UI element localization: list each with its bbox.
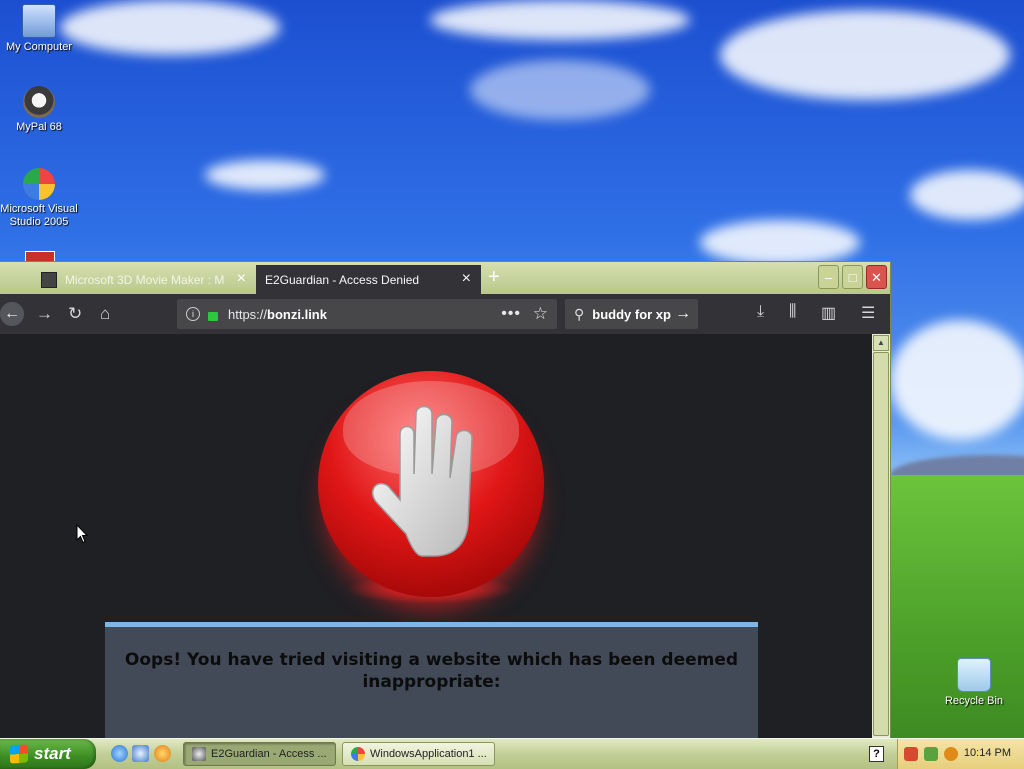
back-icon[interactable]: ← [0,302,24,326]
lock-icon [208,311,218,321]
search-tray-icon[interactable] [944,747,958,761]
home-icon[interactable]: ⌂ [100,304,110,324]
download-icon[interactable]: ⤓ [757,303,764,321]
taskbar-button-windowsapplication[interactable]: WindowsApplication1 ... [342,742,495,766]
browser-window: Microsoft 3D Movie Maker : Microsoft × E… [0,262,890,738]
close-window-button[interactable]: ✕ [866,265,887,289]
block-message: Oops! You have tried visiting a website … [124,650,739,692]
desktop-icon-label: MyPal 68 [16,121,62,133]
menu-icon[interactable]: ☰ [861,303,875,323]
tab-e2guardian[interactable]: E2Guardian - Access Denied × [256,265,481,294]
tab-3d-movie-maker[interactable]: Microsoft 3D Movie Maker : Microsoft × [32,265,256,294]
desktop-icon-recycle-bin[interactable]: Recycle Bin [934,658,1014,708]
desktop-icon-label: My Computer [5,41,73,53]
minimize-button[interactable]: – [818,265,839,289]
raccoon-icon [192,747,206,761]
computer-icon [22,4,56,38]
taskbar: start E2Guardian - Access ... WindowsApp… [0,738,1024,769]
scroll-thumb[interactable] [873,352,889,736]
desktop-icon-label: Recycle Bin [944,695,1004,707]
page-content: Oops! You have tried visiting a website … [0,334,872,738]
visual-studio-icon [23,168,55,200]
navigation-toolbar: ← → ↻ ⌂ i https://bonzi.link ••• ☆ ⚲ bud… [0,294,890,334]
help-icon[interactable]: ? [869,746,884,762]
hand-icon [371,405,473,557]
reload-icon[interactable]: ↻ [68,304,82,324]
close-tab-icon[interactable]: × [237,271,246,287]
desktop-icon-label: Microsoft Visual Studio 2005 [0,203,78,228]
desktop-icon-visual-studio[interactable]: Microsoft Visual Studio 2005 [0,168,79,229]
tab-label: E2Guardian - Access Denied [265,272,420,287]
info-icon[interactable]: i [186,307,200,321]
windows-logo-icon [10,744,28,764]
bookmark-star-icon[interactable]: ☆ [533,304,548,324]
search-field[interactable]: ⚲ buddy for xp → [565,299,698,329]
show-desktop-icon[interactable] [132,745,149,762]
search-icon: ⚲ [574,305,585,322]
page-actions-icon[interactable]: ••• [501,305,521,323]
mouse-cursor-icon [76,524,88,544]
url-text: https://bonzi.link [228,307,327,322]
raccoon-icon [23,86,55,118]
close-tab-icon[interactable]: × [462,271,471,287]
start-button[interactable]: start [0,739,96,769]
tab-label: Microsoft 3D Movie Maker : Microsoft [65,272,225,287]
recycle-bin-icon [957,658,991,692]
internet-explorer-icon[interactable] [111,745,128,762]
url-scheme: https:// [228,306,268,322]
search-value: buddy for xp [592,306,671,322]
tab-strip: Microsoft 3D Movie Maker : Microsoft × E… [0,262,890,294]
taskbar-button-label: E2Guardian - Access ... [211,748,327,760]
media-player-icon[interactable] [154,745,171,762]
maximize-button[interactable]: □ [842,265,863,289]
new-tab-icon[interactable]: + [488,266,500,289]
desktop-icon-mypal[interactable]: MyPal 68 [0,86,79,134]
library-icon[interactable]: ⫼ [789,303,796,321]
taskbar-button-label: WindowsApplication1 ... [370,748,487,760]
taskbar-button-browser[interactable]: E2Guardian - Access ... [183,742,336,766]
system-tray: 10:14 PM [897,739,1024,769]
page-icon [41,271,57,288]
security-icon[interactable] [924,747,938,761]
block-message-panel: Oops! You have tried visiting a website … [105,622,758,738]
forward-icon[interactable]: → [36,304,53,324]
visual-studio-icon [351,747,365,761]
network-icon[interactable] [904,747,918,761]
scroll-up-icon[interactable]: ▲ [873,335,889,351]
clock: 10:14 PM [963,747,1011,759]
search-go-icon[interactable]: → [675,305,691,323]
url-host: bonzi.link [267,306,327,322]
sidebar-icon[interactable]: ▥ [821,303,836,323]
vertical-scrollbar[interactable]: ▲ [872,334,890,738]
desktop-icon-my-computer[interactable]: My Computer [0,4,79,54]
start-label: start [34,744,71,763]
address-bar[interactable]: i https://bonzi.link ••• ☆ [177,299,557,329]
